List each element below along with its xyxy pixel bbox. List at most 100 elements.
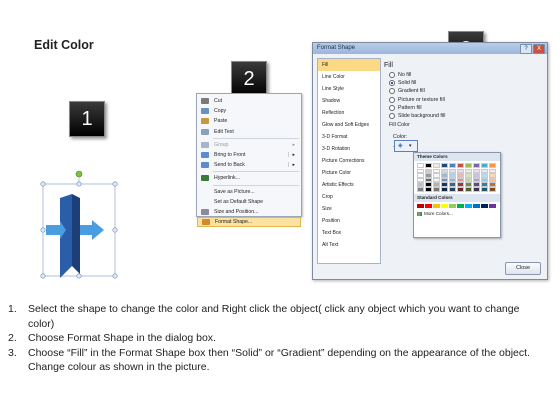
menu-divider [213, 171, 299, 173]
context-menu-copy[interactable]: Copy [197, 106, 301, 116]
color-swatch[interactable] [425, 186, 432, 192]
step-badge-1: 1 [69, 101, 105, 137]
nav-item-artistic-effects[interactable]: Artistic Effects [318, 179, 380, 191]
dialog-title: Format Shape [317, 45, 356, 51]
nav-item-picture-corrections[interactable]: Picture Corrections [318, 155, 380, 167]
nav-item-line-color[interactable]: Line Color [318, 71, 380, 83]
color-swatch[interactable] [481, 186, 488, 192]
color-swatch[interactable] [465, 203, 472, 209]
color-swatch[interactable] [489, 163, 496, 168]
group-icon [201, 141, 209, 148]
nav-item-position[interactable]: Position [318, 215, 380, 227]
shape-panel-face [72, 194, 80, 274]
color-swatch[interactable] [489, 203, 496, 209]
context-menu-send-to-back[interactable]: Send to Back | ▸ [197, 160, 301, 170]
radio-selected-icon [389, 80, 395, 87]
dialog-close-icon[interactable]: X [533, 44, 545, 54]
standard-colors-heading: Standard Colors [414, 193, 500, 202]
nav-item-line-style[interactable]: Line Style [318, 83, 380, 95]
color-swatch[interactable] [433, 186, 440, 192]
color-swatch[interactable] [473, 186, 480, 192]
color-swatch[interactable] [457, 163, 464, 168]
color-swatch[interactable] [449, 186, 456, 192]
bring-front-icon [201, 152, 209, 159]
context-menu-cut[interactable]: Cut [197, 96, 301, 106]
color-swatch[interactable] [473, 203, 480, 209]
color-swatch[interactable] [457, 203, 464, 209]
radio-icon [389, 104, 395, 111]
scissors-icon [201, 98, 209, 105]
option-gradient-fill[interactable]: Gradient fill [381, 87, 543, 95]
instruction-step: 1. Select the shape to change the color a… [8, 303, 520, 330]
option-solid-fill[interactable]: Solid fill [381, 79, 543, 87]
fill-pane: Fill No fill Solid fill Gradient fill Pi… [381, 58, 543, 152]
context-menu-save-as-picture[interactable]: Save as Picture... [197, 187, 301, 197]
color-swatch[interactable] [449, 203, 456, 209]
standard-color-row [417, 203, 497, 209]
context-menu-hyperlink[interactable]: Hyperlink... [197, 173, 301, 183]
color-swatch[interactable] [425, 163, 432, 168]
fill-color-heading: Fill Color [389, 122, 410, 129]
dialog-title-bar[interactable]: Format Shape ? X [313, 43, 547, 54]
color-swatch[interactable] [433, 163, 440, 168]
option-pattern-fill[interactable]: Pattern fill [381, 104, 543, 112]
selected-shape[interactable] [32, 168, 128, 286]
pane-title: Fill [384, 62, 393, 69]
theme-color-grid [417, 163, 497, 192]
send-back-icon [201, 162, 209, 169]
theme-colors-heading: Theme Colors [414, 153, 500, 161]
nav-item-crop[interactable]: Crop [318, 191, 380, 203]
color-swatch[interactable] [441, 163, 448, 168]
rotation-handle[interactable] [75, 170, 83, 178]
color-swatch[interactable] [441, 203, 448, 209]
option-no-fill[interactable]: No fill [381, 71, 543, 79]
color-swatch[interactable] [465, 186, 472, 192]
nav-item-alt-text[interactable]: Alt Text [318, 239, 380, 251]
color-swatch[interactable] [433, 203, 440, 209]
nav-item-reflection[interactable]: Reflection [318, 107, 380, 119]
option-slide-background-fill[interactable]: Slide background fill [381, 112, 543, 120]
chevron-down-icon: ▾ [409, 143, 412, 149]
color-swatch[interactable] [417, 186, 424, 192]
context-menu-paste[interactable]: Paste [197, 116, 301, 126]
context-menu-edit-text[interactable]: Edit Text [197, 127, 301, 137]
color-swatch[interactable] [465, 163, 472, 168]
context-menu: Cut Copy Paste Edit Text Group ▸ Bring to… [196, 93, 302, 228]
color-swatch[interactable] [489, 186, 496, 192]
submenu-arrow-icon: ▸ [292, 141, 295, 148]
nav-item-fill[interactable]: Fill [318, 59, 380, 71]
nav-item-glow[interactable]: Glow and Soft Edges [318, 119, 380, 131]
context-menu-format-shape[interactable]: Format Shape... [197, 217, 301, 228]
color-swatch[interactable] [473, 163, 480, 168]
instruction-step: 3. Choose “Fill” in the Format Shape box … [8, 346, 530, 374]
color-swatch[interactable] [425, 203, 432, 209]
submenu-arrow-icon: ▸ [292, 152, 295, 159]
context-menu-set-default-shape[interactable]: Set as Default Shape [197, 197, 301, 207]
nav-item-picture-color[interactable]: Picture Color [318, 167, 380, 179]
paste-icon [201, 118, 209, 125]
color-swatch[interactable] [417, 203, 424, 209]
color-swatch[interactable] [441, 186, 448, 192]
color-swatch[interactable] [417, 163, 424, 168]
help-button[interactable]: ? [520, 44, 532, 54]
shape-arrow-right [80, 220, 104, 240]
nav-item-shadow[interactable]: Shadow [318, 95, 380, 107]
format-shape-icon [202, 219, 210, 226]
nav-item-size[interactable]: Size [318, 203, 380, 215]
close-button[interactable]: Close [505, 262, 541, 275]
color-swatch[interactable] [449, 163, 456, 168]
nav-item-3d-format[interactable]: 3-D Format [318, 131, 380, 143]
option-picture-fill[interactable]: Picture or texture fill [381, 96, 543, 104]
nav-item-3d-rotation[interactable]: 3-D Rotation [318, 143, 380, 155]
color-swatch[interactable] [457, 186, 464, 192]
context-menu-bring-to-front[interactable]: Bring to Front | ▸ [197, 150, 301, 160]
color-swatch[interactable] [481, 163, 488, 168]
nav-item-text-box[interactable]: Text Box [318, 227, 380, 239]
radio-icon [389, 72, 395, 79]
color-swatch[interactable] [481, 203, 488, 209]
context-menu-size-and-position[interactable]: Size and Position... [197, 207, 301, 217]
fill-color-picker-button[interactable]: ◈ ▾ [394, 140, 418, 152]
radio-icon [389, 88, 395, 95]
color-palette-dropdown: Theme Colors Standard Colors More Colors… [413, 152, 501, 238]
more-colors-item[interactable]: More Colors... [414, 210, 500, 217]
